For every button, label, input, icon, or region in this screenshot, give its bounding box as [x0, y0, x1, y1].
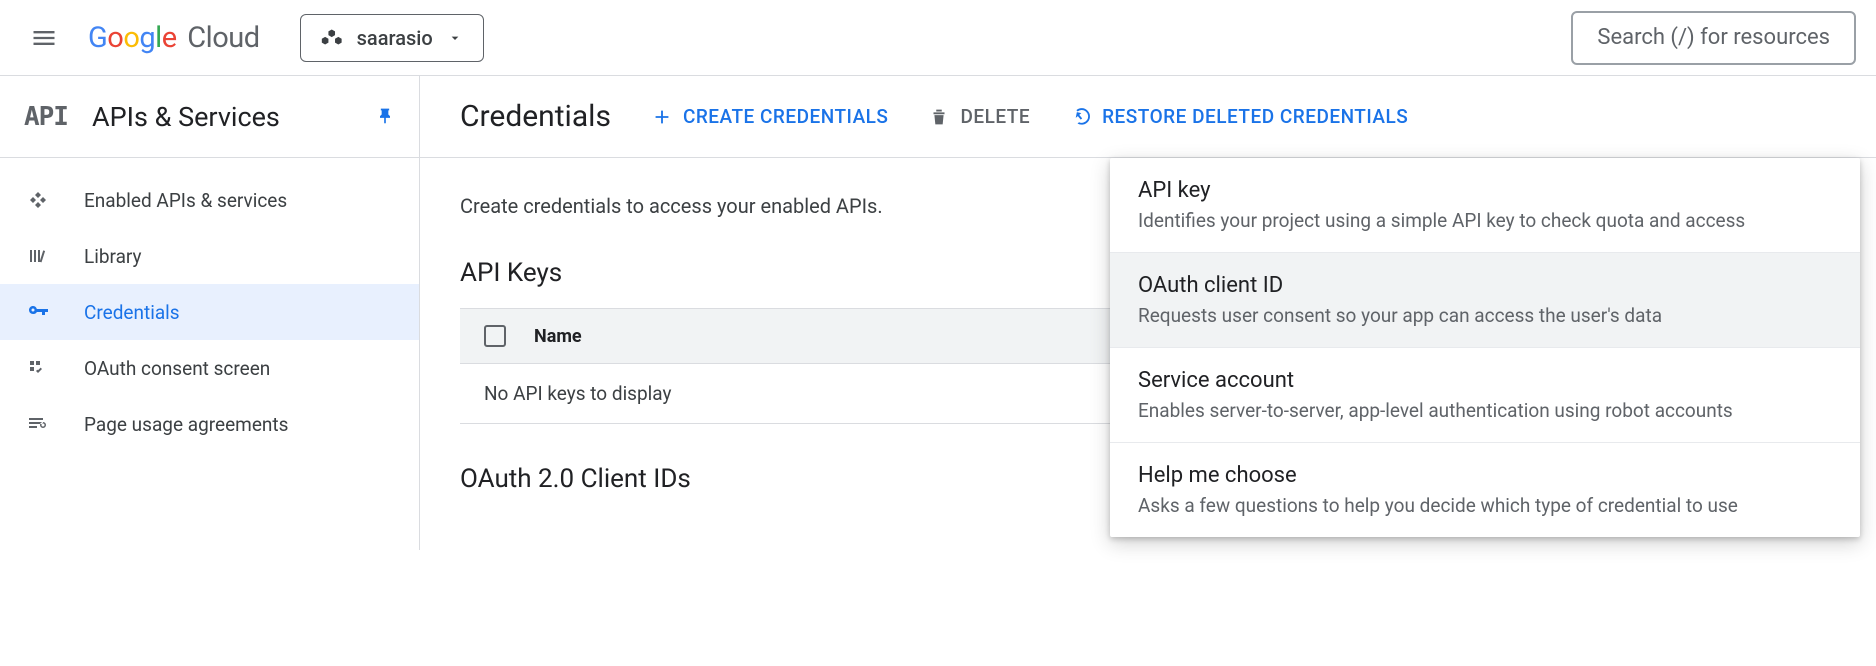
sidebar-item-label: Page usage agreements	[84, 413, 288, 436]
sidebar-nav: Enabled APIs & services Library Credenti…	[0, 158, 419, 466]
dropdown-item-help-me-choose[interactable]: Help me choose Asks a few questions to h…	[1110, 443, 1860, 537]
topbar: Google Cloud saarasio Search (/) for res…	[0, 0, 1876, 76]
dropdown-item-title: API key	[1138, 178, 1832, 203]
sidebar-item-label: Enabled APIs & services	[84, 189, 287, 212]
pin-icon[interactable]	[375, 107, 395, 127]
agreement-icon	[24, 410, 52, 438]
project-hex-icon	[321, 27, 343, 49]
create-credentials-dropdown: API key Identifies your project using a …	[1110, 158, 1860, 537]
caret-down-icon	[447, 30, 463, 46]
restore-button[interactable]: RESTORE DELETED CREDENTIALS	[1070, 105, 1408, 128]
diamond-icon	[24, 186, 52, 214]
dropdown-item-title: Help me choose	[1138, 463, 1832, 488]
project-name: saarasio	[357, 26, 433, 50]
sidebar-item-label: Credentials	[84, 301, 180, 324]
dropdown-item-oauth-client-id[interactable]: OAuth client ID Requests user consent so…	[1110, 253, 1860, 348]
dropdown-item-title: Service account	[1138, 368, 1832, 393]
google-cloud-logo[interactable]: Google Cloud	[88, 21, 260, 55]
sidebar: API APIs & Services Enabled APIs & servi…	[0, 76, 420, 550]
plus-icon	[651, 106, 673, 128]
main: Credentials CREATE CREDENTIALS DELETE RE…	[420, 76, 1876, 550]
dropdown-item-desc: Requests user consent so your app can ac…	[1138, 304, 1832, 327]
menu-icon	[30, 24, 58, 52]
search-placeholder: Search (/) for resources	[1597, 25, 1830, 50]
api-icon: API	[24, 102, 68, 132]
restore-icon	[1070, 106, 1092, 128]
dropdown-item-api-key[interactable]: API key Identifies your project using a …	[1110, 158, 1860, 253]
sidebar-item-oauth-consent[interactable]: OAuth consent screen	[0, 340, 419, 396]
consent-icon	[24, 354, 52, 382]
column-name: Name	[534, 326, 582, 347]
sidebar-item-label: Library	[84, 245, 142, 268]
delete-button[interactable]: DELETE	[928, 105, 1030, 128]
page-title: Credentials	[460, 99, 611, 134]
sidebar-header: API APIs & Services	[0, 76, 419, 158]
sidebar-item-page-usage[interactable]: Page usage agreements	[0, 396, 419, 452]
sidebar-item-library[interactable]: Library	[0, 228, 419, 284]
dropdown-item-desc: Asks a few questions to help you decide …	[1138, 494, 1832, 517]
restore-label: RESTORE DELETED CREDENTIALS	[1102, 105, 1408, 128]
sidebar-item-credentials[interactable]: Credentials	[0, 284, 419, 340]
dropdown-item-desc: Identifies your project using a simple A…	[1138, 209, 1832, 232]
main-header: Credentials CREATE CREDENTIALS DELETE RE…	[420, 76, 1876, 158]
sidebar-title: APIs & Services	[92, 101, 375, 133]
hamburger-menu-button[interactable]	[20, 14, 68, 62]
sidebar-item-label: OAuth consent screen	[84, 357, 270, 380]
dropdown-item-title: OAuth client ID	[1138, 273, 1832, 298]
library-icon	[24, 242, 52, 270]
sidebar-item-enabled-apis[interactable]: Enabled APIs & services	[0, 172, 419, 228]
dropdown-item-service-account[interactable]: Service account Enables server-to-server…	[1110, 348, 1860, 443]
create-credentials-label: CREATE CREDENTIALS	[683, 105, 889, 128]
delete-label: DELETE	[960, 105, 1030, 128]
search-input[interactable]: Search (/) for resources	[1571, 11, 1856, 65]
key-icon	[24, 298, 52, 326]
dropdown-item-desc: Enables server-to-server, app-level auth…	[1138, 399, 1832, 422]
create-credentials-button[interactable]: CREATE CREDENTIALS	[651, 105, 889, 128]
project-picker[interactable]: saarasio	[300, 14, 484, 62]
select-all-checkbox[interactable]	[484, 325, 506, 347]
trash-icon	[928, 106, 950, 128]
